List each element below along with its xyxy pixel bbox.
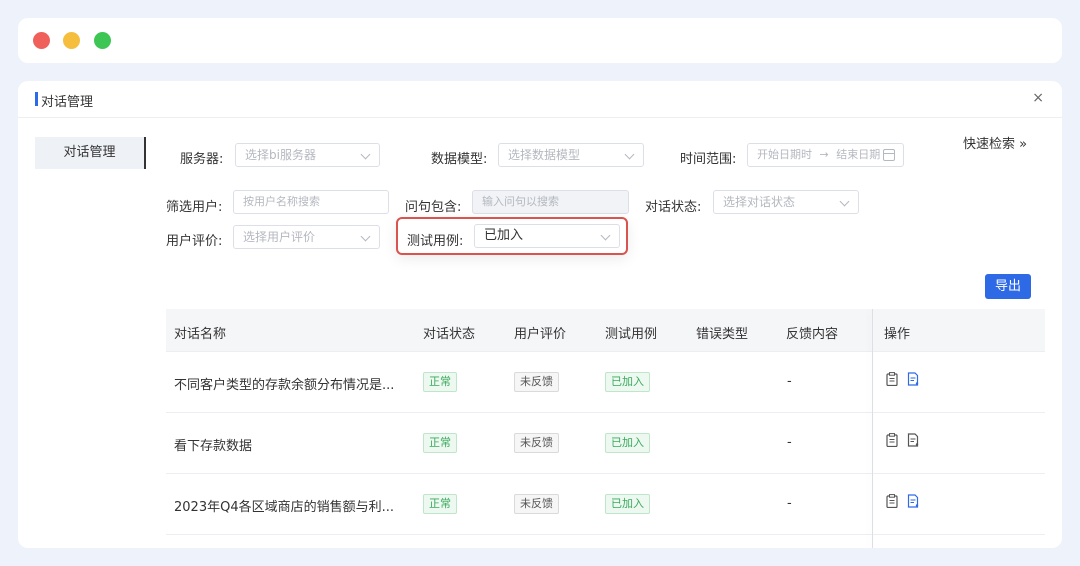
question-search-placeholder: 输入问句以搜索 (482, 195, 559, 208)
arrow-right-icon: → (819, 148, 829, 161)
maximize-window-dot[interactable] (94, 32, 111, 49)
column-header-status: 对话状态 (423, 327, 476, 342)
table-header: 对话名称 对话状态 用户评价 测试用例 错误类型 反馈内容 操作 (166, 309, 1045, 352)
window-titlebar (18, 18, 1062, 63)
feedback-cell: - (787, 435, 792, 450)
quick-search-link[interactable]: 快速检索 » (963, 133, 1027, 152)
feedback-cell: - (787, 374, 792, 389)
user-search-input[interactable]: 按用户名称搜索 (233, 190, 389, 214)
column-header-feedback: 反馈内容 (786, 327, 839, 342)
chevron-down-icon (360, 231, 371, 242)
end-date-placeholder: 结束日期 (836, 148, 881, 161)
testcase-badge: 已加入 (605, 433, 650, 453)
title-accent-bar (35, 92, 38, 106)
column-header-actions: 操作 (884, 327, 911, 342)
question-filter-label: 问句包含: (405, 200, 462, 215)
testcase-filter-highlight: 测试用例: 已加入 (396, 217, 628, 255)
status-filter-label: 对话状态: (645, 200, 702, 215)
start-date-placeholder: 开始日期时 (757, 148, 812, 161)
table-row[interactable]: 不同客户类型的存款余额分布情况是... 正常 未反馈 已加入 - (166, 352, 1045, 413)
testcase-select[interactable]: 已加入 (474, 224, 620, 248)
close-icon[interactable]: × (1032, 90, 1044, 106)
server-select[interactable]: 选择bi服务器 (235, 143, 380, 167)
minimize-window-dot[interactable] (63, 32, 80, 49)
user-filter-label: 筛选用户: (166, 200, 223, 215)
clipboard-icon[interactable] (886, 433, 898, 447)
feedback-cell: - (787, 496, 792, 511)
dialog-header: 对话管理 × (18, 81, 1062, 118)
status-select-placeholder: 选择对话状态 (723, 195, 796, 209)
conversation-name[interactable]: 看下存款数据 (174, 435, 252, 454)
question-search-input[interactable]: 输入问句以搜索 (472, 190, 629, 214)
testcase-select-value: 已加入 (484, 228, 524, 243)
document-detail-icon[interactable] (907, 494, 919, 508)
conversation-name[interactable]: 不同客户类型的存款余额分布情况是... (174, 374, 394, 393)
actions-column-divider (872, 309, 873, 548)
status-badge: 正常 (423, 494, 457, 514)
status-select[interactable]: 选择对话状态 (713, 190, 859, 214)
date-range-picker[interactable]: 开始日期时 → 结束日期 (747, 143, 904, 167)
model-label: 数据模型: (431, 152, 488, 167)
column-header-rating: 用户评价 (514, 327, 567, 342)
calendar-icon (883, 149, 895, 161)
table-row[interactable]: 看下存款数据 正常 未反馈 已加入 - (166, 413, 1045, 474)
clipboard-icon[interactable] (886, 372, 898, 386)
testcase-badge: 已加入 (605, 494, 650, 514)
clipboard-icon[interactable] (886, 494, 898, 508)
rating-badge: 未反馈 (514, 433, 559, 453)
rating-select-placeholder: 选择用户评价 (243, 230, 316, 244)
rating-filter-label: 用户评价: (166, 234, 223, 249)
server-label: 服务器: (180, 152, 224, 167)
column-header-error-type: 错误类型 (696, 327, 749, 342)
chevron-down-icon (624, 149, 635, 160)
server-select-placeholder: 选择bi服务器 (245, 148, 316, 162)
chevron-down-icon (839, 196, 850, 207)
rating-badge: 未反馈 (514, 494, 559, 514)
dialog-window: 对话管理 × 对话管理 服务器: 选择bi服务器 数据模型: 选择数据模型 时间… (18, 81, 1062, 548)
close-window-dot[interactable] (33, 32, 50, 49)
rating-select[interactable]: 选择用户评价 (233, 225, 380, 249)
export-button[interactable]: 导出 (985, 274, 1031, 299)
sidebar-item-conversation-management[interactable]: 对话管理 (35, 137, 146, 169)
chevron-down-icon (600, 230, 611, 241)
conversation-name[interactable]: 2023年Q4各区域商店的销售额与利... (174, 496, 394, 515)
rating-badge: 未反馈 (514, 372, 559, 392)
model-select[interactable]: 选择数据模型 (498, 143, 644, 167)
document-detail-icon[interactable] (907, 433, 919, 447)
user-search-placeholder: 按用户名称搜索 (243, 195, 320, 208)
time-range-label: 时间范围: (680, 152, 737, 167)
document-detail-icon[interactable] (907, 372, 919, 386)
status-badge: 正常 (423, 372, 457, 392)
conversation-table: 对话名称 对话状态 用户评价 测试用例 错误类型 反馈内容 操作 不同客户类型的… (166, 309, 1045, 548)
dialog-title: 对话管理 (41, 95, 94, 110)
chevron-down-icon (360, 149, 371, 160)
model-select-placeholder: 选择数据模型 (508, 148, 581, 162)
table-row[interactable]: 2023年Q4各区域商店的销售额与利... 正常 未反馈 已加入 - (166, 474, 1045, 535)
status-badge: 正常 (423, 433, 457, 453)
testcase-badge: 已加入 (605, 372, 650, 392)
testcase-filter-label: 测试用例: (407, 234, 464, 249)
column-header-name: 对话名称 (174, 327, 227, 342)
column-header-testcase: 测试用例 (605, 327, 658, 342)
